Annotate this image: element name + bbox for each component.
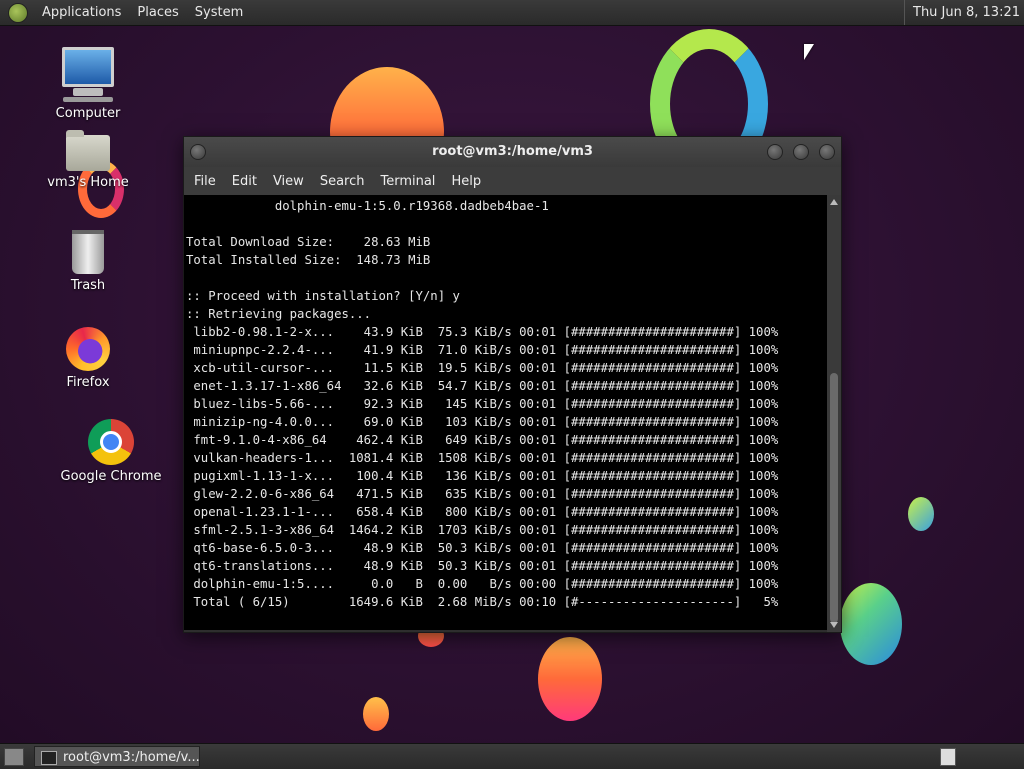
- terminal-line: miniupnpc-2.2.4-... 41.9 KiB 71.0 KiB/s …: [186, 343, 779, 357]
- wallpaper-orange-blob-bottom: [538, 637, 602, 721]
- terminal-line: fmt-9.1.0-4-x86_64 462.4 KiB 649 KiB/s 0…: [186, 433, 779, 447]
- terminal-output[interactable]: dolphin-emu-1:5.0.r19368.dadbeb4bae-1 Tot…: [184, 195, 827, 630]
- terminal-line: qt6-translations... 48.9 KiB 50.3 KiB/s …: [186, 559, 779, 573]
- desktop-icon-home[interactable]: vm3's Home: [38, 130, 138, 190]
- firefox-icon: [38, 327, 138, 371]
- terminal-line: minizip-ng-4.0.0... 69.0 KiB 103 KiB/s 0…: [186, 415, 779, 429]
- maximize-button[interactable]: [793, 144, 809, 160]
- terminal-line: openal-1.23.1-1-... 658.4 KiB 800 KiB/s …: [186, 505, 779, 519]
- window-titlebar[interactable]: root@vm3:/home/vm3: [184, 137, 841, 167]
- terminal-line: Total Installed Size: 148.73 MiB: [186, 253, 431, 267]
- terminal-line: enet-1.3.17-1-x86_64 32.6 KiB 54.7 KiB/s…: [186, 379, 779, 393]
- menu-places[interactable]: Places: [129, 0, 186, 25]
- terminal-line: Total Download Size: 28.63 MiB: [186, 235, 431, 249]
- scroll-up-icon[interactable]: [830, 199, 838, 205]
- desktop-icon-computer[interactable]: Computer: [38, 47, 138, 121]
- desktop-icon-label: Firefox: [66, 375, 110, 390]
- minimize-button[interactable]: [767, 144, 783, 160]
- desktop-icon-firefox[interactable]: Firefox: [38, 327, 138, 390]
- terminal-line: glew-2.2.0-6-x86_64 471.5 KiB 635 KiB/s …: [186, 487, 779, 501]
- terminal-text: dolphin-emu-1:5.0.r19368.dadbeb4bae-1 Tot…: [184, 195, 827, 611]
- bottom-panel: root@vm3:/home/v...: [0, 743, 1024, 769]
- desktop-icon-label: Computer: [55, 106, 121, 121]
- window-title: root@vm3:/home/vm3: [432, 144, 593, 159]
- desktop-icon-label: Google Chrome: [60, 469, 162, 484]
- desktop-icon-label: vm3's Home: [47, 175, 129, 190]
- distro-logo-icon[interactable]: [8, 2, 28, 23]
- desktop-icon-label: Trash: [70, 278, 106, 293]
- terminal-line: bluez-libs-5.66-... 92.3 KiB 145 KiB/s 0…: [186, 397, 779, 411]
- scroll-thumb[interactable]: [830, 373, 838, 623]
- wallpaper-green-blue-blob: [840, 583, 902, 665]
- scroll-down-icon[interactable]: [830, 622, 838, 628]
- window-menu-button[interactable]: [190, 144, 206, 160]
- menu-search[interactable]: Search: [312, 174, 373, 189]
- terminal-line: vulkan-headers-1... 1081.4 KiB 1508 KiB/…: [186, 451, 779, 465]
- computer-icon: [38, 47, 138, 102]
- desktop-icon-chrome[interactable]: Google Chrome: [56, 419, 166, 484]
- terminal-line: libb2-0.98.1-2-x... 43.9 KiB 75.3 KiB/s …: [186, 325, 779, 339]
- clock[interactable]: Thu Jun 8, 13:21: [904, 0, 1020, 25]
- show-desktop-icon[interactable]: [4, 748, 24, 766]
- taskbar-item-terminal[interactable]: root@vm3:/home/v...: [34, 746, 200, 767]
- terminal-line: xcb-util-cursor-... 11.5 KiB 19.5 KiB/s …: [186, 361, 779, 375]
- terminal-line: dolphin-emu-1:5.... 0.0 B 0.00 B/s 00:00…: [186, 577, 779, 591]
- desktop-icon-trash[interactable]: Trash: [38, 230, 138, 293]
- home-folder-icon: [38, 130, 138, 171]
- workspace-switcher[interactable]: [940, 748, 956, 766]
- terminal-line: :: Proceed with installation? [Y/n] y: [186, 289, 460, 303]
- menu-help[interactable]: Help: [443, 174, 489, 189]
- terminal-line: :: Retrieving packages...: [186, 307, 372, 321]
- mouse-pointer-icon: [804, 44, 814, 60]
- trash-icon: [38, 230, 138, 274]
- chrome-icon: [56, 419, 166, 465]
- terminal-line: Total ( 6/15) 1649.6 KiB 2.68 MiB/s 00:1…: [186, 595, 779, 609]
- terminal-line: qt6-base-6.5.0-3... 48.9 KiB 50.3 KiB/s …: [186, 541, 779, 555]
- terminal-icon: [41, 751, 57, 765]
- menu-terminal[interactable]: Terminal: [372, 174, 443, 189]
- window-menubar: File Edit View Search Terminal Help: [184, 167, 841, 195]
- terminal-line: pugixml-1.13-1-x... 100.4 KiB 136 KiB/s …: [186, 469, 779, 483]
- menu-applications[interactable]: Applications: [34, 0, 129, 25]
- taskbar-item-label: root@vm3:/home/v...: [63, 750, 200, 765]
- menu-view[interactable]: View: [265, 174, 312, 189]
- close-button[interactable]: [819, 144, 835, 160]
- terminal-scrollbar[interactable]: [827, 195, 841, 632]
- top-panel: Applications Places System Thu Jun 8, 13…: [0, 0, 1024, 26]
- wallpaper-small-green-blob: [908, 497, 934, 531]
- terminal-line: dolphin-emu-1:5.0.r19368.dadbeb4bae-1: [186, 199, 549, 213]
- terminal-window[interactable]: root@vm3:/home/vm3 File Edit View Search…: [183, 136, 842, 633]
- menu-system[interactable]: System: [187, 0, 251, 25]
- terminal-line: sfml-2.5.1-3-x86_64 1464.2 KiB 1703 KiB/…: [186, 523, 779, 537]
- menu-edit[interactable]: Edit: [224, 174, 265, 189]
- wallpaper-small-orange-blob: [363, 697, 389, 731]
- menu-file[interactable]: File: [186, 174, 224, 189]
